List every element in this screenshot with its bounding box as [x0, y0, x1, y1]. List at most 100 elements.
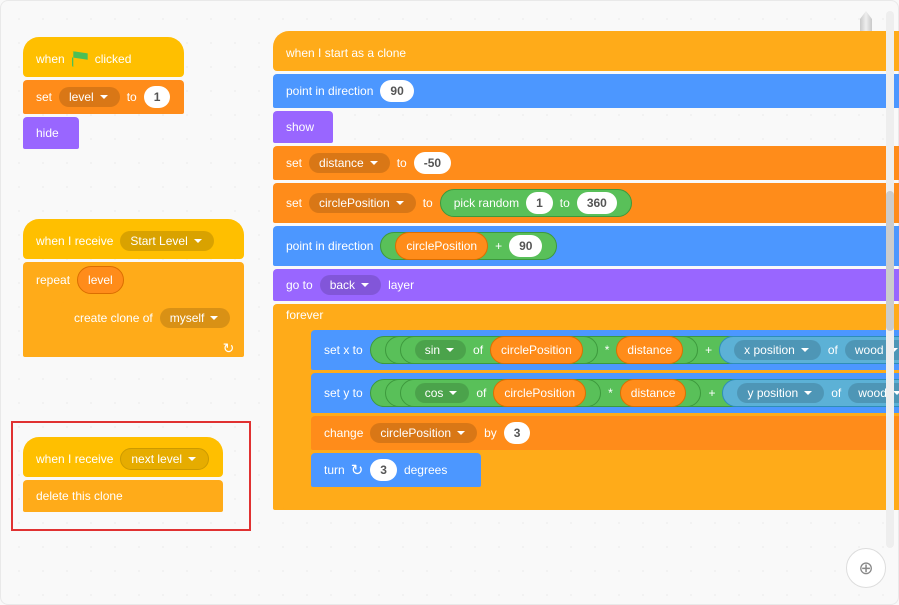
distance-reporter[interactable]: distance	[620, 379, 687, 407]
var-dropdown[interactable]: circlePosition	[309, 193, 416, 213]
label: to	[127, 90, 137, 104]
turn-cw-icon: ↻	[351, 461, 364, 479]
label: pick random	[454, 196, 519, 210]
label: set y to	[324, 386, 363, 400]
value-input[interactable]: 3	[504, 422, 531, 444]
label: set	[286, 196, 302, 210]
label: set x to	[324, 343, 363, 357]
label: *	[608, 386, 613, 400]
label: forever	[286, 308, 323, 322]
var-dropdown[interactable]: distance	[309, 153, 390, 173]
when-flag-clicked-block[interactable]: when clicked	[23, 37, 184, 77]
set-circleposition-random-block[interactable]: set circlePosition to pick random 1 to 3…	[273, 183, 899, 223]
label: create clone of	[74, 311, 153, 325]
plus-reporter[interactable]: cos of circlePosition * distance + y pos…	[370, 379, 899, 407]
plus-reporter[interactable]: sin of circlePosition * distance + x pos…	[370, 336, 899, 364]
label: +	[705, 343, 712, 357]
set-distance-block[interactable]: set distance to -50	[273, 146, 899, 180]
label: +	[495, 239, 502, 253]
value-input[interactable]: 1	[144, 86, 171, 108]
circleposition-reporter[interactable]: circlePosition	[395, 232, 488, 260]
value-input[interactable]: 1	[526, 192, 553, 214]
message-dropdown[interactable]: Start Level	[120, 231, 213, 251]
sensing-of-reporter[interactable]: y position of wood	[722, 379, 899, 407]
label: change	[324, 426, 363, 440]
property-dropdown[interactable]: x position	[734, 340, 821, 360]
plus-reporter[interactable]: circlePosition + 90	[380, 232, 557, 260]
mathop-reporter[interactable]: cos of circlePosition	[400, 379, 601, 407]
var-dropdown[interactable]: level	[59, 87, 120, 107]
mathop-dropdown[interactable]: sin	[415, 340, 466, 360]
clone-target-dropdown[interactable]: myself	[160, 308, 231, 328]
when-receive-next-level-block[interactable]: when I receive next level	[23, 437, 223, 477]
label: of	[831, 386, 841, 400]
scrollbar-vertical[interactable]	[886, 11, 894, 548]
stack-start-level[interactable]: when I receive Start Level repeat level …	[23, 219, 244, 360]
label: show	[286, 120, 314, 134]
stack-clone-behaviour[interactable]: when I start as a clone point in directi…	[273, 31, 899, 513]
message-dropdown[interactable]: next level	[120, 448, 209, 470]
value-input[interactable]: 360	[577, 192, 617, 214]
label: of	[476, 386, 486, 400]
zoom-in-icon: ⊕	[858, 558, 873, 579]
label: turn	[324, 463, 345, 477]
value-input[interactable]: -50	[414, 152, 451, 174]
script-canvas[interactable]: when clicked set level to 1 hide when I …	[0, 0, 899, 605]
label: point in direction	[286, 84, 373, 98]
label: when I start as a clone	[286, 46, 406, 60]
set-level-block[interactable]: set level to 1	[23, 80, 184, 114]
delete-clone-block[interactable]: delete this clone	[23, 480, 223, 512]
create-clone-block[interactable]: create clone of myself	[61, 302, 244, 334]
circleposition-reporter[interactable]: circlePosition	[490, 336, 583, 364]
stack-next-level[interactable]: when I receive next level delete this cl…	[23, 437, 223, 515]
distance-reporter[interactable]: distance	[616, 336, 683, 364]
show-block[interactable]: show	[273, 111, 333, 143]
hide-block[interactable]: hide	[23, 117, 79, 149]
times-reporter[interactable]: cos of circlePosition * distance	[385, 379, 702, 407]
label: degrees	[404, 463, 447, 477]
label: of	[828, 343, 838, 357]
value-input[interactable]: 90	[509, 235, 542, 257]
label: to	[397, 156, 407, 170]
label: *	[605, 343, 610, 357]
property-dropdown[interactable]: y position	[737, 383, 824, 403]
label: set	[36, 90, 52, 104]
set-x-block[interactable]: set x to sin of circlePosition * distanc…	[311, 330, 899, 370]
label: hide	[36, 126, 59, 140]
green-flag-icon	[72, 51, 88, 67]
label: go to	[286, 278, 313, 292]
repeat-block[interactable]: repeat level create clone of myself ↻	[23, 262, 244, 357]
label: when I receive	[36, 234, 113, 248]
mathop-reporter[interactable]: sin of circlePosition	[400, 336, 598, 364]
label: of	[473, 343, 483, 357]
when-receive-start-level-block[interactable]: when I receive Start Level	[23, 219, 244, 259]
value-input[interactable]: 3	[370, 459, 397, 481]
point-direction-expr-block[interactable]: point in direction circlePosition + 90	[273, 226, 899, 266]
level-reporter[interactable]: level	[77, 266, 124, 294]
point-direction-90-block[interactable]: point in direction 90	[273, 74, 899, 108]
circleposition-reporter[interactable]: circlePosition	[493, 379, 586, 407]
label: repeat	[36, 273, 70, 287]
forever-block[interactable]: forever set x to sin of circlePosition *	[273, 304, 899, 510]
label: delete this clone	[36, 489, 123, 503]
label: +	[708, 386, 715, 400]
pick-random-reporter[interactable]: pick random 1 to 360	[440, 189, 632, 217]
sensing-of-reporter[interactable]: x position of wood	[719, 336, 899, 364]
mathop-dropdown[interactable]: cos	[415, 383, 470, 403]
label: to	[423, 196, 433, 210]
value-input[interactable]: 90	[380, 80, 413, 102]
zoom-in-button[interactable]: ⊕	[846, 548, 886, 588]
label: layer	[388, 278, 414, 292]
go-to-layer-block[interactable]: go to back layer	[273, 269, 899, 301]
times-reporter[interactable]: sin of circlePosition * distance	[385, 336, 698, 364]
turn-block[interactable]: turn ↻ 3 degrees	[311, 453, 481, 487]
stack-init[interactable]: when clicked set level to 1 hide	[23, 37, 184, 152]
layer-dropdown[interactable]: back	[320, 275, 381, 295]
when-start-clone-block[interactable]: when I start as a clone	[273, 31, 899, 71]
label: when	[36, 52, 65, 66]
change-circleposition-block[interactable]: change circlePosition by 3	[311, 416, 899, 450]
label: to	[560, 196, 570, 210]
label: when I receive	[36, 452, 113, 466]
set-y-block[interactable]: set y to cos of circlePosition * distanc…	[311, 373, 899, 413]
var-dropdown[interactable]: circlePosition	[370, 423, 477, 443]
